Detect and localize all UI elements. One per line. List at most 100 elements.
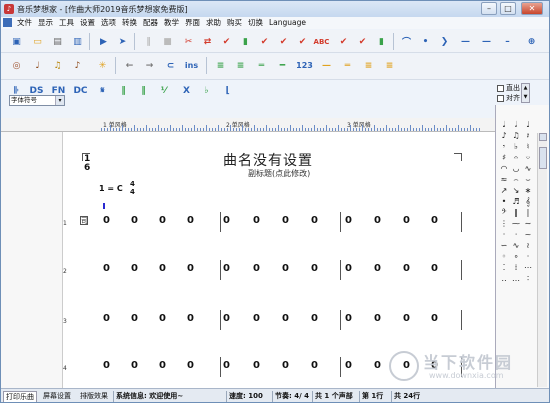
rest-note[interactable]: 0 xyxy=(374,313,381,324)
rest-note[interactable]: 0 xyxy=(345,263,352,274)
palette-symbol[interactable]: ⁚ xyxy=(498,262,510,273)
palette-symbol[interactable]: ⌣ xyxy=(522,174,534,185)
arc-icon[interactable]: ⌒ xyxy=(397,32,416,51)
palette-symbol[interactable]: 𝄑 xyxy=(522,152,534,163)
mark-d-icon[interactable]: ✔ xyxy=(334,32,353,51)
palette-symbol[interactable]: ⁞ xyxy=(510,262,522,273)
bar-yellow-4-icon[interactable]: ≡ xyxy=(380,56,399,75)
staff-system[interactable]: 2 0 0 0 0 0 0 0 0 0 0 0 0 xyxy=(63,260,495,290)
lines-3-icon[interactable]: ≡ xyxy=(211,56,230,75)
menu-convert[interactable]: 转换 xyxy=(119,17,140,29)
dash-icon[interactable]: — xyxy=(456,32,475,51)
menu-orchestrate[interactable]: 配器 xyxy=(140,17,161,29)
rest-note[interactable]: 0 xyxy=(282,263,289,274)
sparkle-icon[interactable]: ✳ xyxy=(93,56,112,75)
mark-c-icon[interactable]: ✔ xyxy=(293,32,312,51)
palette-symbol[interactable]: ∘ xyxy=(510,251,522,262)
rest-note[interactable]: 0 xyxy=(345,313,352,324)
rest-note[interactable]: 0 xyxy=(131,360,138,371)
rest-note[interactable]: 0 xyxy=(253,215,260,226)
palette-symbol[interactable]: ∶ xyxy=(522,273,534,284)
menu-language[interactable]: Language xyxy=(266,17,309,29)
rest-note[interactable]: 0 xyxy=(311,360,318,371)
rest-note[interactable]: 0 xyxy=(403,263,410,274)
bar-green-double-icon[interactable]: ‖ xyxy=(134,81,153,100)
minimize-button[interactable]: – xyxy=(481,2,497,15)
cut-icon[interactable]: ✂ xyxy=(179,32,198,51)
rest-note[interactable]: 0 xyxy=(159,313,166,324)
open-folder-icon[interactable]: ▭ xyxy=(28,32,47,51)
saxophone-icon[interactable]: ♫ xyxy=(48,56,67,75)
dc-button[interactable]: DC xyxy=(71,81,90,100)
scroll-thumb[interactable] xyxy=(539,147,547,169)
rest-note[interactable]: 0 xyxy=(159,215,166,226)
tab-print[interactable]: 打印乐曲 xyxy=(3,391,37,402)
palette-symbol[interactable]: ⋯ xyxy=(522,262,534,273)
rest-note[interactable]: 0 xyxy=(103,263,110,274)
crosshair-icon[interactable]: ⊕ xyxy=(522,32,541,51)
violin-icon[interactable]: ♩ xyxy=(28,56,47,75)
menu-teach[interactable]: 教学 xyxy=(161,17,182,29)
stop-icon[interactable]: ■ xyxy=(158,32,177,51)
palette-symbol[interactable]: ∿ xyxy=(522,163,534,174)
long-dash-icon[interactable]: — xyxy=(477,32,496,51)
bar-yellow-3-icon[interactable]: ≡ xyxy=(359,56,378,75)
palette-symbol[interactable]: ⌢ xyxy=(510,174,522,185)
palette-symbol[interactable]: ⁓ xyxy=(510,218,522,229)
rest-note[interactable]: 0 xyxy=(223,360,230,371)
flat-icon[interactable]: ♭ xyxy=(197,81,216,100)
rest-note[interactable]: 0 xyxy=(131,313,138,324)
palette-symbol[interactable]: 𝄾 xyxy=(498,141,510,152)
minus-icon[interactable]: – xyxy=(498,32,517,51)
x-icon[interactable]: X xyxy=(177,81,196,100)
rest-note[interactable]: 0 xyxy=(223,263,230,274)
maximize-button[interactable]: □ xyxy=(500,2,516,15)
menu-options[interactable]: 选项 xyxy=(98,17,119,29)
arrow-left-icon[interactable]: ← xyxy=(120,56,139,75)
guitar-icon[interactable]: ♪ xyxy=(68,56,87,75)
piano-roll-icon[interactable]: ▥ xyxy=(68,32,87,51)
key-signature[interactable]: 1 = C xyxy=(99,184,123,193)
menu-view[interactable]: 显示 xyxy=(35,17,56,29)
rest-note[interactable]: 0 xyxy=(131,215,138,226)
bar-yellow-1-icon[interactable]: — xyxy=(317,56,336,75)
close-button[interactable]: ✕ xyxy=(521,2,543,15)
chevron-right-icon[interactable]: ❯ xyxy=(435,32,454,51)
spinner[interactable]: ▲ ▼ xyxy=(521,83,530,103)
palette-symbol[interactable]: ⋮ xyxy=(498,218,510,229)
keyboard-icon[interactable]: ▤ xyxy=(48,32,67,51)
rest-note[interactable]: 0 xyxy=(282,215,289,226)
palette-symbol[interactable]: · xyxy=(522,251,534,262)
meter-icon[interactable]: ▮ xyxy=(372,32,391,51)
palette-symbol[interactable]: ↗ xyxy=(498,185,510,196)
rest-note[interactable]: 0 xyxy=(223,313,230,324)
rest-note[interactable]: 0 xyxy=(253,360,260,371)
rest-note[interactable]: 0 xyxy=(223,215,230,226)
rest-note[interactable]: 0 xyxy=(103,360,110,371)
menu-buy[interactable]: 购买 xyxy=(224,17,245,29)
palette-symbol[interactable]: ♩ xyxy=(522,119,534,130)
rest-note[interactable]: 0 xyxy=(431,313,438,324)
rest-note[interactable]: 0 xyxy=(431,215,438,226)
palette-symbol[interactable]: ↘ xyxy=(510,185,522,196)
menu-help[interactable]: 求助 xyxy=(203,17,224,29)
rest-note[interactable]: 0 xyxy=(374,215,381,226)
bar-green-icon[interactable]: ‖ xyxy=(114,81,133,100)
palette-symbol[interactable]: … xyxy=(510,273,522,284)
bar-yellow-2-icon[interactable]: ═ xyxy=(338,56,357,75)
rest-note[interactable]: 0 xyxy=(159,360,166,371)
rest-note[interactable]: 0 xyxy=(187,360,194,371)
palette-symbol[interactable]: ∗ xyxy=(522,185,534,196)
rest-note[interactable]: 0 xyxy=(311,263,318,274)
rest-note[interactable]: 0 xyxy=(159,263,166,274)
fraction-icon[interactable]: ⅟ xyxy=(154,81,173,100)
scroll-up-icon[interactable] xyxy=(539,133,547,141)
arrow-right-icon[interactable]: → xyxy=(140,56,159,75)
time-signature[interactable]: 44 xyxy=(130,180,135,196)
lines-equal-icon[interactable]: ═ xyxy=(252,56,271,75)
rest-note[interactable]: 0 xyxy=(403,313,410,324)
rest-note[interactable]: 0 xyxy=(374,263,381,274)
palette-symbol[interactable]: ⋅ xyxy=(510,229,522,240)
drum-icon[interactable]: ◎ xyxy=(7,56,26,75)
palette-symbol[interactable]: ≀ xyxy=(522,240,534,251)
